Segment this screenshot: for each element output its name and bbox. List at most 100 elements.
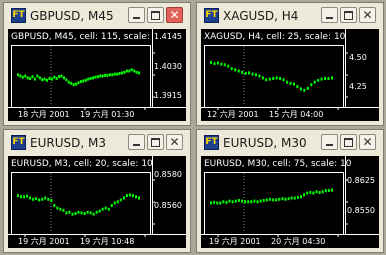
price-bar (272, 77, 275, 80)
price-bar (303, 88, 306, 92)
price-bar (83, 212, 86, 215)
close-button[interactable]: ✕ (359, 134, 376, 150)
price-bar (275, 198, 278, 202)
chart-area[interactable]: XAGUSD, H4, cell: 25, scale: 10 4.50 4.2… (201, 29, 379, 121)
price-bar (317, 78, 320, 82)
window-title: XAGUSD, H4 (223, 9, 299, 23)
chart-header-text: EURUSD, M3, cell: 20, scale: 10 (11, 159, 153, 169)
minimize-button[interactable] (128, 134, 145, 150)
price-bar (33, 77, 36, 81)
chart-window-xagusd-h4[interactable]: FT XAGUSD, H4 ✕ XAGUSD, H4, cell: 25, sc… (196, 2, 384, 126)
price-bar (299, 87, 302, 91)
price-bar (36, 74, 39, 78)
plot-frame (11, 172, 151, 235)
close-icon: ✕ (362, 8, 373, 22)
price-bar (130, 68, 133, 72)
price-bar (320, 77, 323, 81)
price-bar (116, 72, 119, 76)
window-titlebar[interactable]: FT GBPUSD, M45 ✕ (6, 5, 188, 27)
chart-area[interactable]: EURUSD, M3, cell: 20, scale: 10 0.8580 0… (8, 156, 186, 248)
price-bar (48, 77, 51, 80)
price-bar (26, 76, 29, 80)
minimize-button[interactable] (128, 7, 145, 23)
minimize-button[interactable] (321, 134, 338, 150)
maximize-button[interactable] (340, 134, 357, 150)
price-bar (75, 82, 78, 86)
price-bar (327, 189, 330, 193)
minimize-button[interactable] (321, 7, 338, 23)
price-bar (59, 207, 62, 211)
price-bar (324, 189, 327, 193)
price-bar (21, 75, 24, 79)
price-bar (20, 195, 22, 199)
price-label: 1.3915 (154, 91, 182, 100)
price-bar (324, 77, 327, 80)
price-bar (41, 197, 44, 201)
close-button[interactable]: ✕ (166, 134, 183, 150)
price-bar (303, 193, 306, 197)
price-bar (135, 195, 137, 199)
price-bar (213, 200, 216, 204)
price-bar (281, 197, 284, 201)
close-button[interactable]: ✕ (166, 7, 183, 23)
price-bar (331, 76, 333, 80)
price-bar (310, 83, 313, 87)
window-titlebar[interactable]: FT EURUSD, M30 ✕ (199, 132, 381, 154)
price-bar (128, 69, 131, 73)
close-button[interactable]: ✕ (359, 7, 376, 23)
price-bar (23, 195, 26, 199)
maximize-button[interactable] (147, 134, 164, 150)
app-icon: FT (204, 8, 219, 23)
price-bar (279, 77, 282, 80)
chart-area[interactable]: EURUSD, M30, cell: 75, scale: 10 0.8625 … (201, 156, 379, 248)
chart-area[interactable]: GBPUSD, M45, cell: 115, scale: 1.4145 1.… (8, 29, 186, 121)
price-bar (135, 70, 138, 74)
maximize-button[interactable] (147, 7, 164, 23)
chart-header-text: GBPUSD, M45, cell: 115, scale: (11, 32, 150, 42)
price-bar (72, 83, 75, 87)
price-bar (306, 191, 309, 195)
price-bar (287, 197, 290, 201)
price-bar (315, 190, 318, 194)
price-bar (71, 212, 74, 216)
price-bar (110, 204, 113, 207)
price-bar (216, 61, 219, 65)
price-bar (241, 70, 244, 74)
price-bar (284, 197, 287, 201)
close-icon: ✕ (169, 8, 180, 22)
price-bar (94, 75, 97, 79)
price-bar (265, 78, 268, 82)
price-bar (128, 193, 131, 197)
chart-window-eurusd-m3[interactable]: FT EURUSD, M3 ✕ EURUSD, M3, cell: 20, sc… (3, 129, 191, 253)
price-bar (55, 77, 58, 80)
price-bar (56, 206, 59, 210)
price-bar (53, 75, 56, 79)
close-icon: ✕ (169, 135, 180, 149)
maximize-button[interactable] (340, 7, 357, 23)
price-bar (84, 78, 87, 82)
price-bar (268, 197, 271, 201)
app-icon: FT (11, 8, 26, 23)
price-bar (268, 77, 271, 81)
window-titlebar[interactable]: FT XAGUSD, H4 ✕ (199, 5, 381, 27)
price-bar (101, 74, 104, 78)
window-title: EURUSD, M30 (223, 136, 307, 150)
window-titlebar[interactable]: FT EURUSD, M3 ✕ (6, 132, 188, 154)
window-title: EURUSD, M3 (30, 136, 106, 150)
chart-window-eurusd-m30[interactable]: FT EURUSD, M30 ✕ EURUSD, M30, cell: 75, … (196, 129, 384, 253)
price-bar (293, 82, 295, 86)
price-bar (138, 71, 140, 75)
price-bar (300, 195, 302, 199)
price-label: 4.25 (349, 82, 367, 91)
time-label: 19 六月 10:48 (80, 237, 135, 246)
price-label: 0.8625 (347, 176, 375, 185)
price-bar (107, 207, 110, 211)
price-bar (104, 73, 107, 77)
time-label: 12 六月 2001 (207, 110, 259, 119)
chart-window-gbpusd-m45[interactable]: FT GBPUSD, M45 ✕ GBPUSD, M45, cell: 115,… (3, 2, 191, 126)
price-bar (77, 81, 80, 85)
price-bar (138, 196, 140, 200)
price-bar (230, 67, 233, 71)
price-bar (92, 212, 95, 216)
price-bar (101, 207, 104, 211)
